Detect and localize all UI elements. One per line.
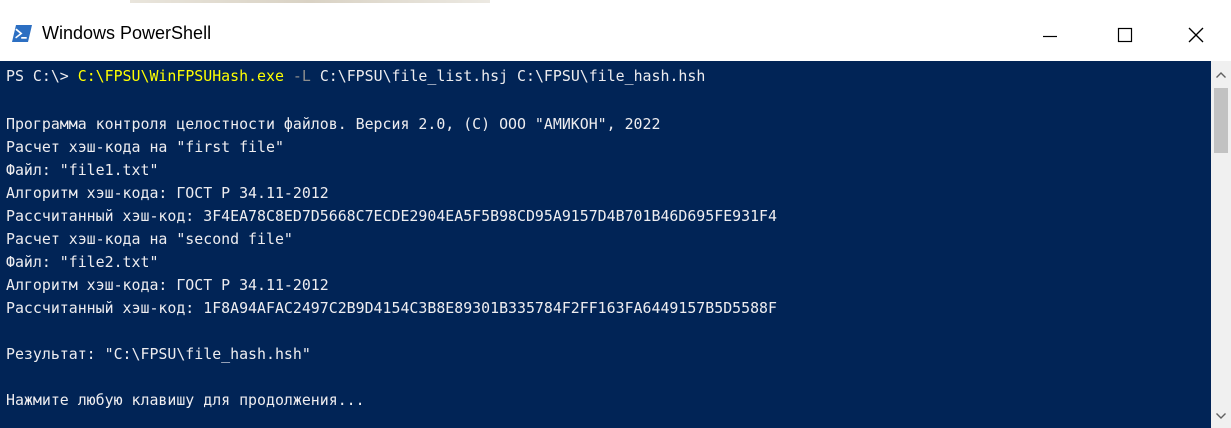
console-output[interactable]: PS C:\> C:\FPSU\WinFPSUHash.exe -L C:\FP… — [0, 61, 1211, 428]
maximize-button[interactable] — [1097, 8, 1153, 61]
close-icon — [1188, 27, 1204, 43]
command-executable: C:\FPSU\WinFPSUHash.exe — [77, 67, 284, 85]
powershell-window: Windows PowerShell PS C:\> C:\FPSU\WinFP… — [0, 0, 1231, 428]
scroll-down-arrow-icon[interactable] — [1211, 406, 1231, 426]
output-line: Рассчитанный хэш-код: 1F8A94AFAC2497C2B9… — [6, 299, 777, 317]
title-bar[interactable]: Windows PowerShell — [0, 8, 1231, 61]
minimize-button[interactable] — [1022, 8, 1078, 61]
background-window-edge — [130, 0, 490, 3]
output-line: Расчет хэш-кода на "first file" — [6, 138, 284, 156]
command-prompt: PS C:\> — [6, 67, 78, 85]
output-line: Расчет хэш-кода на "second file" — [6, 230, 293, 248]
window-top-edge — [0, 0, 1231, 8]
command-parameter: -L — [292, 67, 311, 85]
scrollbar-thumb[interactable] — [1214, 88, 1228, 153]
maximize-icon — [1117, 27, 1133, 43]
output-line: Программа контроля целостности файлов. В… — [6, 115, 661, 133]
scroll-up-arrow-icon[interactable] — [1211, 65, 1231, 85]
window-title: Windows PowerShell — [42, 23, 212, 43]
output-line: Алгоритм хэш-кода: ГОСТ Р 34.11-2012 — [6, 184, 329, 202]
command-line: PS C:\> C:\FPSU\WinFPSUHash.exe -L C:\FP… — [6, 65, 705, 88]
result-line: Результат: "C:\FPSU\file_hash.hsh" — [6, 345, 311, 363]
output-line: Алгоритм хэш-кода: ГОСТ Р 34.11-2012 — [6, 276, 329, 294]
close-button[interactable] — [1168, 8, 1224, 61]
minimize-icon — [1043, 35, 1057, 38]
command-arguments: C:\FPSU\file_list.hsj C:\FPSU\file_hash.… — [319, 67, 706, 85]
output-line: Файл: "file2.txt" — [6, 253, 159, 271]
output-line: Рассчитанный хэш-код: 3F4EA78C8ED7D5668C… — [6, 207, 777, 225]
output-line: Файл: "file1.txt" — [6, 161, 159, 179]
powershell-icon — [12, 25, 32, 42]
continue-prompt-line: Нажмите любую клавишу для продолжения... — [6, 391, 365, 409]
vertical-scrollbar[interactable] — [1211, 61, 1231, 428]
